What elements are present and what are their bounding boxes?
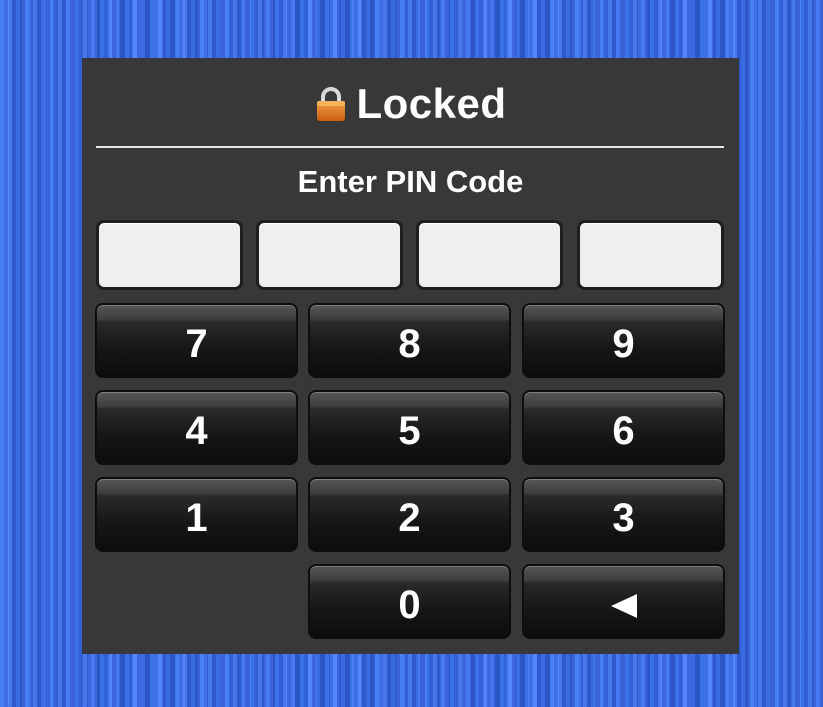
key-3[interactable]: 3 (522, 477, 725, 552)
backspace-button[interactable] (522, 564, 725, 639)
pin-digit-1[interactable] (96, 220, 243, 290)
title-bar: Locked (82, 76, 739, 132)
pin-digit-2[interactable] (256, 220, 403, 290)
divider (96, 146, 724, 148)
page-title: Locked (356, 80, 507, 127)
pin-entry-row (96, 220, 724, 290)
key-1[interactable]: 1 (95, 477, 298, 552)
key-6[interactable]: 6 (522, 390, 725, 465)
pin-digit-4[interactable] (577, 220, 724, 290)
key-7[interactable]: 7 (95, 303, 298, 378)
key-9[interactable]: 9 (522, 303, 725, 378)
backspace-arrow-icon (610, 593, 637, 618)
pin-lock-panel: Locked Enter PIN Code 7 8 9 4 5 6 1 2 3 … (82, 58, 739, 654)
key-5[interactable]: 5 (308, 390, 511, 465)
pin-prompt: Enter PIN Code (297, 164, 524, 199)
lock-icon (317, 87, 346, 121)
pin-digit-3[interactable] (416, 220, 563, 290)
key-8[interactable]: 8 (308, 303, 511, 378)
key-0[interactable]: 0 (308, 564, 511, 639)
key-4[interactable]: 4 (95, 390, 298, 465)
key-2[interactable]: 2 (308, 477, 511, 552)
